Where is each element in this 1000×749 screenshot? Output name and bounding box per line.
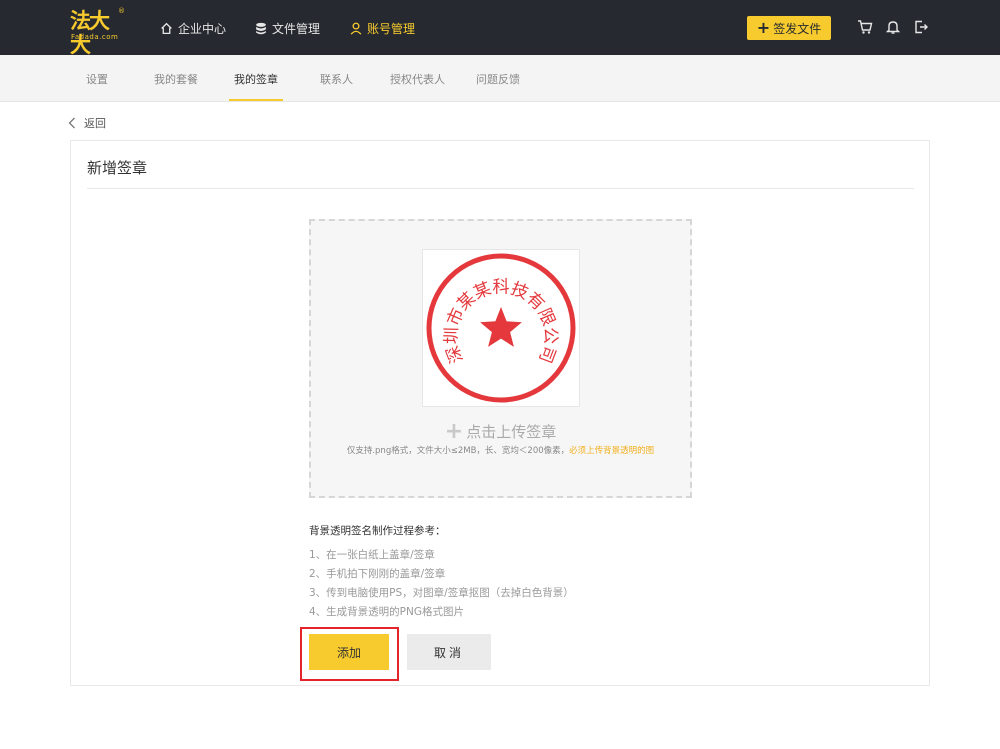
nav-item-label: 账号管理 <box>367 21 416 36</box>
active-tab-indicator <box>229 99 283 101</box>
user-icon <box>350 22 362 35</box>
add-seal-card: 新增签章 深圳市某某科技有限公司 + 点击上传签章 仅支持.png格式，文件大小… <box>70 140 930 686</box>
nav-item-enterprise-center[interactable]: 企业中心 <box>160 19 226 37</box>
logo-subtext: Fadada.com <box>71 33 119 41</box>
nav-item-file-management[interactable]: 文件管理 <box>255 19 320 37</box>
sign-file-button[interactable]: + 签发文件 <box>747 16 831 40</box>
brand-logo[interactable]: 法大大 ® Fadada.com <box>70 7 126 57</box>
logout-icon[interactable] <box>913 19 929 35</box>
step-item: 3、传到电脑使用PS，对图章/签章抠图（去掉白色背景） <box>309 587 574 599</box>
upload-hint-warning: 必须上传背景透明的图 <box>569 446 655 456</box>
sub-navbar: 设置 我的套餐 我的签章 联系人 授权代表人 问题反馈 <box>0 55 1000 102</box>
database-icon <box>256 22 266 34</box>
back-link[interactable]: 返回 <box>68 115 106 131</box>
title-divider <box>87 188 914 189</box>
seal-preview: 深圳市某某科技有限公司 <box>422 249 580 407</box>
plus-icon: + <box>756 18 771 37</box>
step-item: 4、生成背景透明的PNG格式图片 <box>309 606 465 618</box>
tab-contacts[interactable]: 联系人 <box>320 71 353 102</box>
nav-item-label: 文件管理 <box>272 21 321 36</box>
tab-feedback[interactable]: 问题反馈 <box>476 71 520 102</box>
tab-my-seals[interactable]: 我的签章 <box>234 71 278 102</box>
seal-star-icon <box>480 307 522 347</box>
home-icon <box>161 22 172 34</box>
top-navbar: 法大大 ® Fadada.com 企业中心 文件管理 账号管理 + 签发文件 <box>0 0 1000 57</box>
logo-registered-mark: ® <box>118 7 125 15</box>
add-button[interactable]: 添加 <box>309 634 389 670</box>
nav-item-account-management[interactable]: 账号管理 <box>350 19 415 37</box>
steps-title: 背景透明签名制作过程参考： <box>309 525 446 537</box>
seal-image: 深圳市某某科技有限公司 <box>426 253 576 403</box>
cart-icon[interactable] <box>857 19 873 35</box>
upload-hint-text: 仅支持.png格式，文件大小≤2MB，长、宽均＜200像素， <box>346 446 570 456</box>
seal-upload-area[interactable]: 深圳市某某科技有限公司 + 点击上传签章 仅支持.png格式，文件大小≤2MB，… <box>309 219 692 498</box>
tab-my-plan[interactable]: 我的套餐 <box>154 71 198 102</box>
nav-item-label: 企业中心 <box>178 21 227 36</box>
chevron-left-icon <box>68 117 75 129</box>
bell-icon[interactable] <box>885 19 901 35</box>
page-title: 新增签章 <box>87 159 148 177</box>
upload-prompt[interactable]: + 点击上传签章 <box>311 418 690 444</box>
tab-settings[interactable]: 设置 <box>86 71 108 102</box>
step-item: 1、在一张白纸上盖章/签章 <box>309 549 435 561</box>
step-item: 2、手机拍下刚刚的盖章/签章 <box>309 568 446 580</box>
back-label: 返回 <box>84 117 106 130</box>
upload-hint: 仅支持.png格式，文件大小≤2MB，长、宽均＜200像素，必须上传背景透明的图 <box>311 444 690 456</box>
sign-file-label: 签发文件 <box>773 21 822 36</box>
plus-icon: + <box>444 418 464 444</box>
upload-label: 点击上传签章 <box>466 423 557 441</box>
tab-authorized-representative[interactable]: 授权代表人 <box>390 71 445 102</box>
cancel-button[interactable]: 取消 <box>407 634 491 670</box>
